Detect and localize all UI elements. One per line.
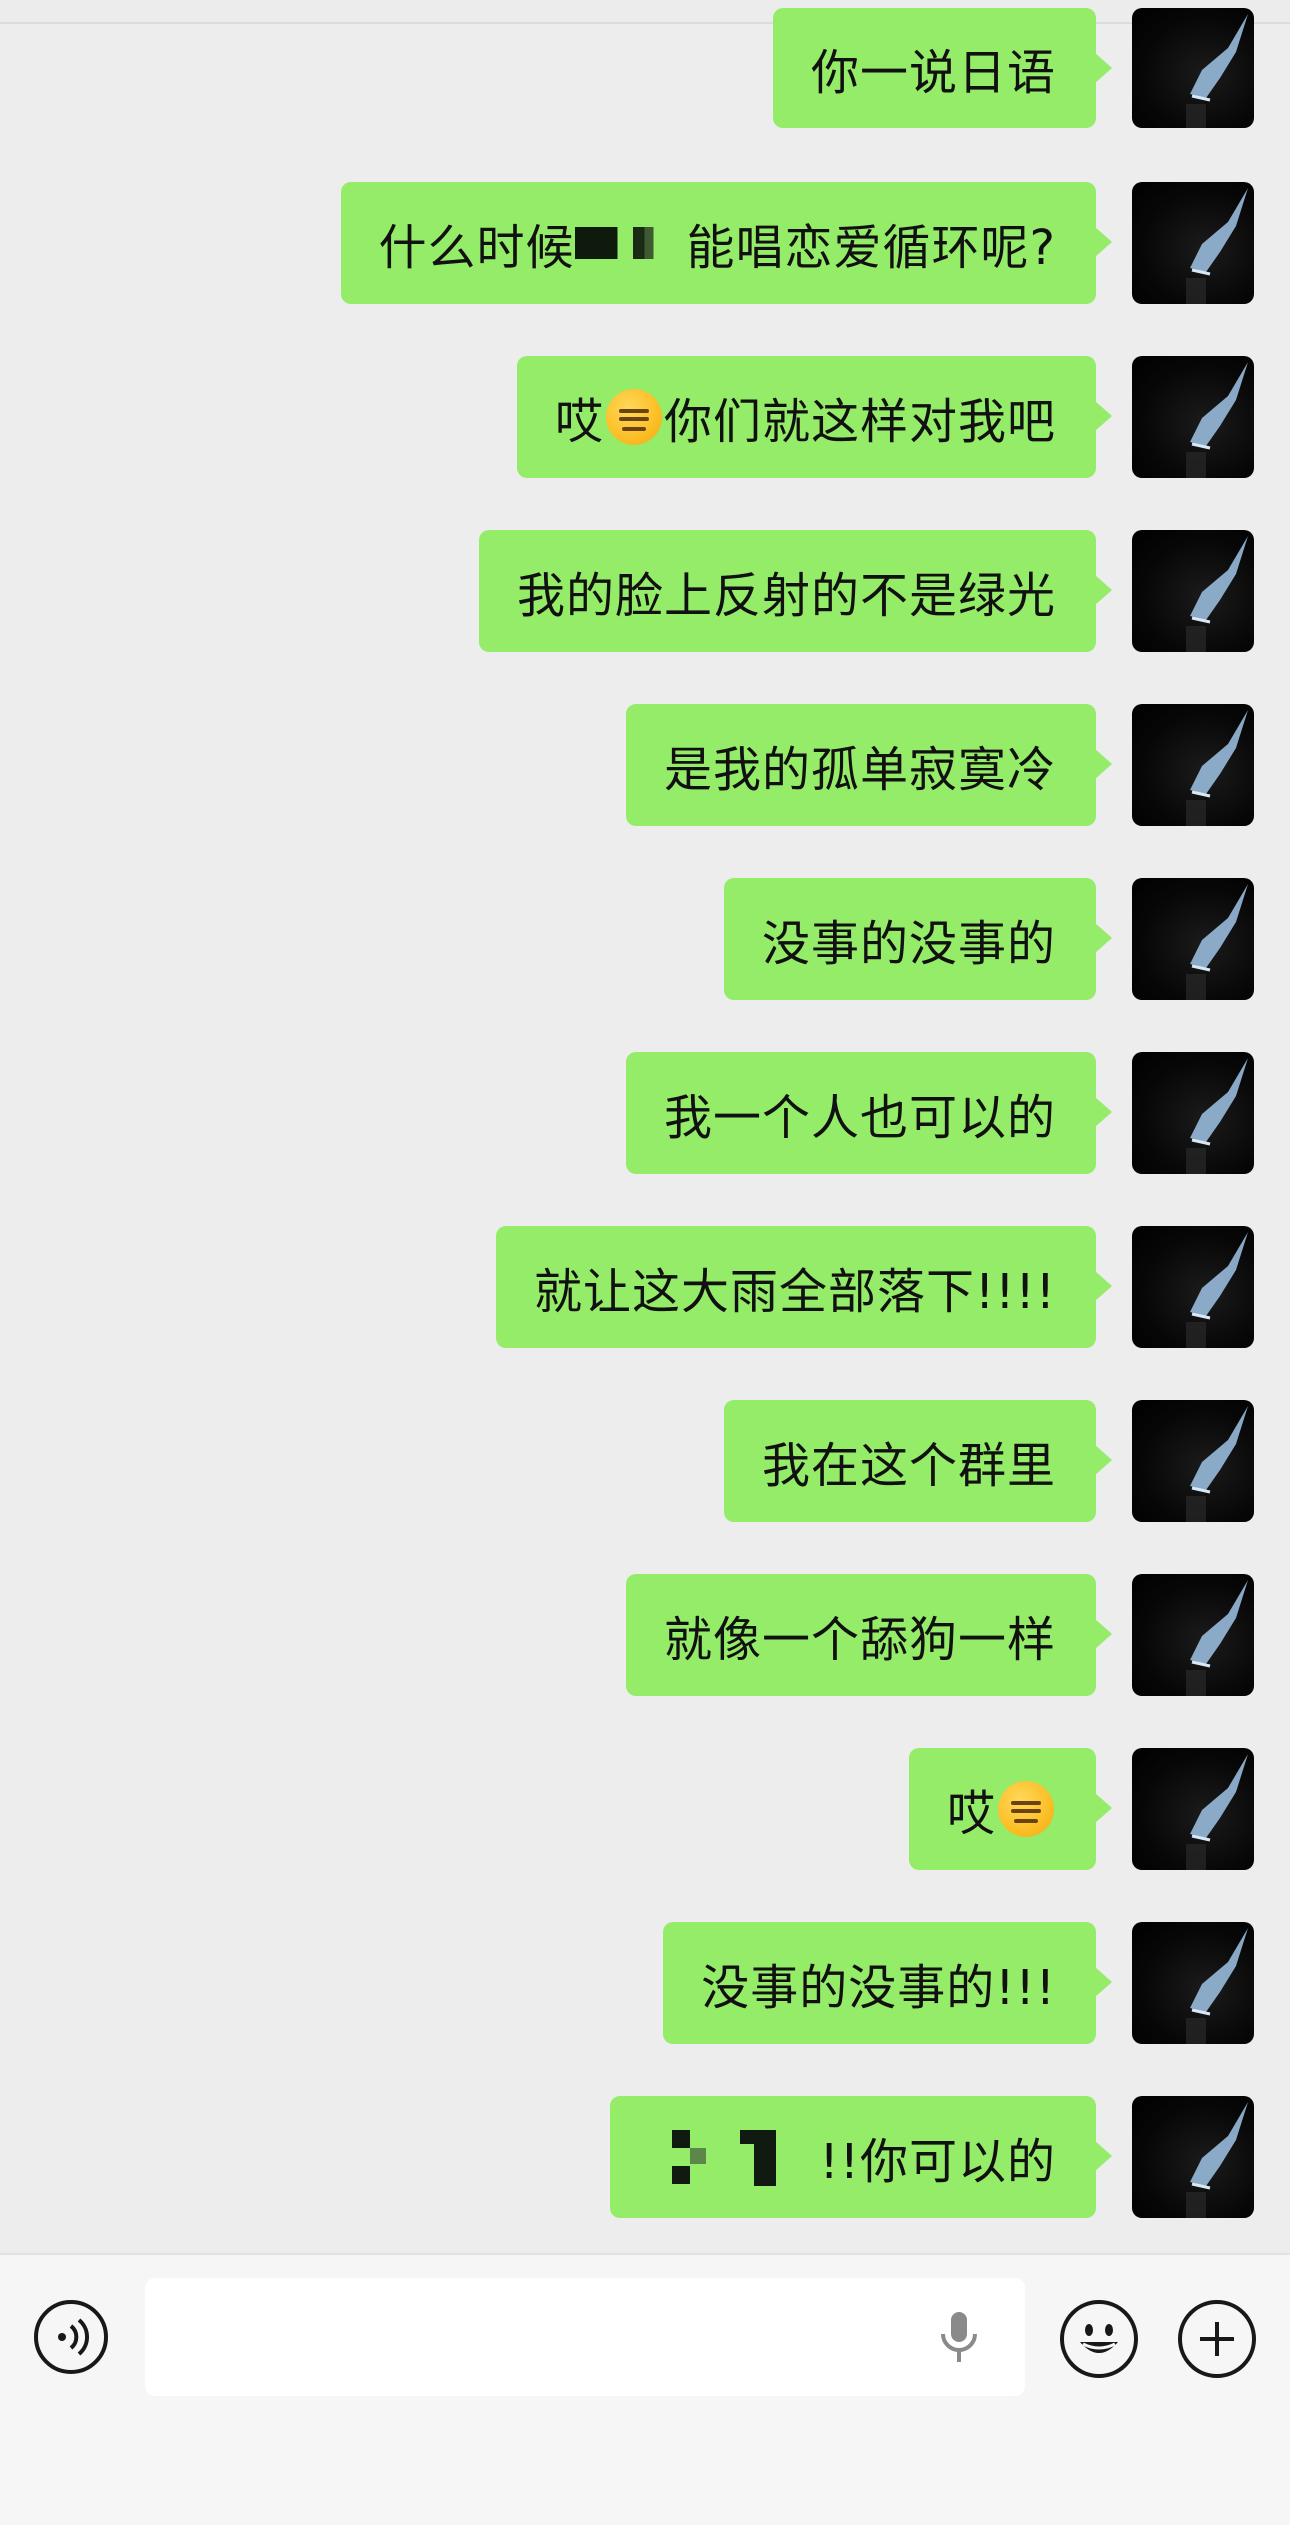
message-text: 是我的孤单寂寞冷 [663,742,1056,798]
expressionless-face-icon [998,1781,1054,1837]
redacted-text [689,2148,706,2164]
message-row: 我在这个群里 [0,1400,1290,1522]
avatar[interactable] [1132,1400,1254,1522]
voice-wave-icon [58,2318,90,2356]
message-bubble[interactable]: !!你可以的 [609,2096,1112,2218]
message-row: 是我的孤单寂寞冷 [0,704,1290,826]
redacted-text [739,2130,754,2144]
message-row: 你一说日语 [0,8,1290,130]
message-row: 我的脸上反射的不是绿光 [0,530,1290,652]
redacted-text [671,2166,690,2184]
message-row: 就让这大雨全部落下!!!! [0,1226,1290,1348]
message-row: 什么时候 能唱恋爱循环呢? [0,182,1290,304]
avatar[interactable] [1132,1748,1254,1870]
message-input[interactable] [165,2278,919,2398]
message-bubble[interactable]: 是我的孤单寂寞冷 [625,704,1113,826]
voice-input-button[interactable] [34,2300,108,2374]
avatar[interactable] [1132,1226,1254,1348]
message-bubble[interactable]: 没事的没事的!!! [663,1922,1112,2044]
message-text: 你们就这样对我吧 [663,394,1056,450]
avatar[interactable] [1132,356,1254,478]
message-text: 就像一个舔狗一样 [663,1612,1056,1668]
avatar[interactable] [1132,2096,1254,2218]
message-bubble[interactable]: 哎 [908,1748,1113,1870]
avatar[interactable] [1132,878,1254,1000]
message-bubble[interactable]: 你一说日语 [772,8,1113,128]
message-text: 没事的没事的 [761,916,1056,972]
message-row: !!你可以的 [0,2096,1290,2218]
avatar[interactable] [1132,182,1254,304]
message-bubble[interactable]: 什么时候 能唱恋爱循环呢? [340,182,1112,304]
message-text: 没事的没事的!!! [701,1960,1056,2016]
avatar[interactable] [1132,8,1254,128]
message-bubble[interactable]: 我在这个群里 [723,1400,1113,1522]
redacted-text [574,227,687,259]
message-text: 就让这大雨全部落下!!!! [534,1264,1056,1320]
message-text: 我的脸上反射的不是绿光 [516,568,1056,624]
message-row: 哎 [0,1748,1290,1870]
message-text: 哎 [554,394,604,450]
message-text: 我在这个群里 [761,1438,1056,1494]
redacted-text [753,2130,776,2186]
message-bubble[interactable]: 哎 你们就这样对我吧 [516,356,1113,478]
microphone-icon[interactable] [939,2308,979,2368]
emoji-button[interactable] [1060,2300,1138,2378]
more-actions-button[interactable] [1178,2300,1256,2378]
message-bubble[interactable]: 就让这大雨全部落下!!!! [496,1226,1112,1348]
message-row: 没事的没事的 [0,878,1290,1000]
avatar[interactable] [1132,1052,1254,1174]
plus-circle-icon [1200,2322,1234,2356]
message-row: 没事的没事的!!! [0,1922,1290,2044]
avatar[interactable] [1132,704,1254,826]
message-bubble[interactable]: 没事的没事的 [723,878,1113,1000]
message-input-box[interactable] [145,2278,1025,2398]
redacted-text [671,2130,690,2148]
message-text: 哎 [946,1786,996,1842]
message-bubble[interactable]: 我的脸上反射的不是绿光 [478,530,1113,652]
message-row: 就像一个舔狗一样 [0,1574,1290,1696]
avatar[interactable] [1132,1922,1254,2044]
message-bubble[interactable]: 我一个人也可以的 [625,1052,1113,1174]
message-bubble[interactable]: 就像一个舔狗一样 [625,1574,1113,1696]
message-row: 我一个人也可以的 [0,1052,1290,1174]
expressionless-face-icon [605,389,662,445]
message-text: 你一说日语 [810,45,1056,101]
message-text: !!你可以的 [819,2134,1056,2190]
message-text: 能唱恋爱循环呢? [686,220,1056,276]
avatar[interactable] [1132,1574,1254,1696]
message-row: 哎 你们就这样对我吧 [0,356,1290,478]
chat-message-list[interactable]: 你一说日语 什么时候 能唱恋爱循环呢? 哎 你们就这样对我吧 我的脸上反射的不是… [0,0,1290,2253]
message-text: 我一个人也可以的 [663,1090,1056,1146]
smiley-face-icon [1080,2324,1118,2353]
avatar[interactable] [1132,530,1254,652]
message-text: 什么时候 [378,220,575,276]
